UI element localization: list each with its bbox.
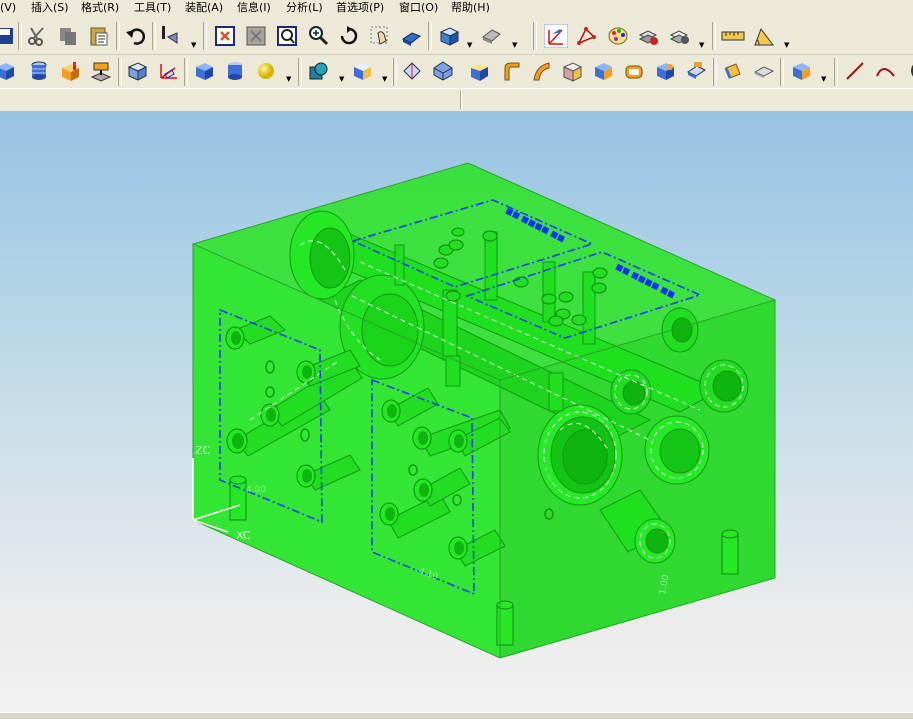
sew-icon[interactable] — [788, 58, 814, 84]
zoom-window-icon[interactable] — [274, 23, 300, 49]
more-icon[interactable] — [900, 58, 913, 84]
cylinder2-icon[interactable] — [222, 58, 248, 84]
zoom-region-icon[interactable] — [243, 23, 269, 49]
chamfer-icon[interactable] — [466, 58, 492, 84]
menu-info[interactable]: 信息(I) — [237, 0, 271, 15]
extrude-icon[interactable] — [88, 58, 114, 84]
menu-insert[interactable]: 插入(S) — [31, 0, 69, 15]
zc-axis-label: ZC — [195, 444, 211, 457]
save-icon[interactable] — [0, 23, 18, 49]
pad-icon[interactable] — [652, 58, 678, 84]
measure-distance-icon[interactable] — [720, 23, 746, 49]
menu-tools[interactable]: 工具(T) — [134, 0, 171, 15]
box-icon[interactable] — [191, 58, 217, 84]
line-icon[interactable] — [842, 58, 868, 84]
menu-analysis[interactable]: 分析(L) — [286, 0, 323, 15]
cylinder-icon[interactable] — [26, 58, 52, 84]
status-bar — [0, 88, 913, 112]
menu-assembly[interactable]: 装配(A) — [185, 0, 223, 15]
xc-axis-label: XC — [236, 529, 251, 542]
shell-icon[interactable] — [559, 58, 585, 84]
menu-window[interactable]: 窗口(O) — [399, 0, 438, 15]
model-view: ■■ ■■■■ ■■ ■■ ■■■■ ■■ 4.00 4.10 1.00 ZC … — [191, 162, 777, 659]
rotate-icon[interactable] — [336, 23, 362, 49]
block-icon[interactable] — [0, 58, 18, 84]
body-icon[interactable] — [430, 58, 456, 84]
menu-preferences[interactable]: 首选项(P) — [336, 0, 384, 15]
hollow-icon[interactable] — [590, 58, 616, 84]
plate-icon[interactable] — [751, 58, 777, 84]
fit-icon[interactable] — [212, 23, 238, 49]
offset-icon[interactable] — [349, 58, 375, 84]
layer-settings-icon[interactable] — [667, 23, 693, 49]
perspective-icon[interactable] — [398, 23, 424, 49]
pan-icon[interactable] — [367, 23, 393, 49]
menu-help[interactable]: 帮助(H) — [451, 0, 490, 15]
patch-icon[interactable] — [720, 58, 746, 84]
paste-icon[interactable] — [86, 23, 112, 49]
menu-format[interactable]: 格式(R) — [81, 0, 119, 15]
graphics-window[interactable]: ■■ ■■■■ ■■ ■■ ■■■■ ■■ 4.00 4.10 1.00 ZC … — [0, 111, 913, 712]
zoom-icon[interactable] — [305, 23, 331, 49]
color-palette-icon[interactable] — [605, 23, 631, 49]
sphere-icon[interactable] — [253, 58, 279, 84]
label-4-00: 4.00 — [246, 485, 266, 495]
menu-view[interactable]: (V) — [0, 0, 16, 15]
blend-icon[interactable] — [497, 58, 523, 84]
datum-csys-icon[interactable] — [155, 58, 181, 84]
arc-icon[interactable] — [873, 58, 899, 84]
feature-toolbar: ▼ ▼ ▼ ▼ — [0, 55, 913, 88]
view-orient-icon[interactable] — [436, 23, 462, 49]
sweep-icon[interactable] — [528, 58, 554, 84]
cut-icon[interactable] — [24, 23, 50, 49]
wcs-icon[interactable] — [543, 23, 569, 49]
face-icon[interactable] — [399, 58, 425, 84]
box-feature-icon[interactable] — [124, 58, 150, 84]
point-icon[interactable] — [574, 23, 600, 49]
info-icon[interactable] — [157, 23, 183, 49]
menu-bar: (V) 插入(S) 格式(R) 工具(T) 装配(A) 信息(I) 分析(L) … — [0, 0, 913, 16]
copy-icon[interactable] — [55, 23, 81, 49]
undo-icon[interactable] — [122, 23, 148, 49]
standard-toolbar: ▼ ▼ ▼ ▼ ▼ — [0, 16, 913, 55]
trim-icon[interactable] — [683, 58, 709, 84]
boolean-icon[interactable] — [306, 58, 332, 84]
thicken-icon[interactable] — [621, 58, 647, 84]
measure-angle-icon[interactable] — [751, 23, 777, 49]
layer-icon[interactable] — [636, 23, 662, 49]
shaded-icon[interactable] — [478, 23, 504, 49]
feature-icon[interactable] — [57, 58, 83, 84]
